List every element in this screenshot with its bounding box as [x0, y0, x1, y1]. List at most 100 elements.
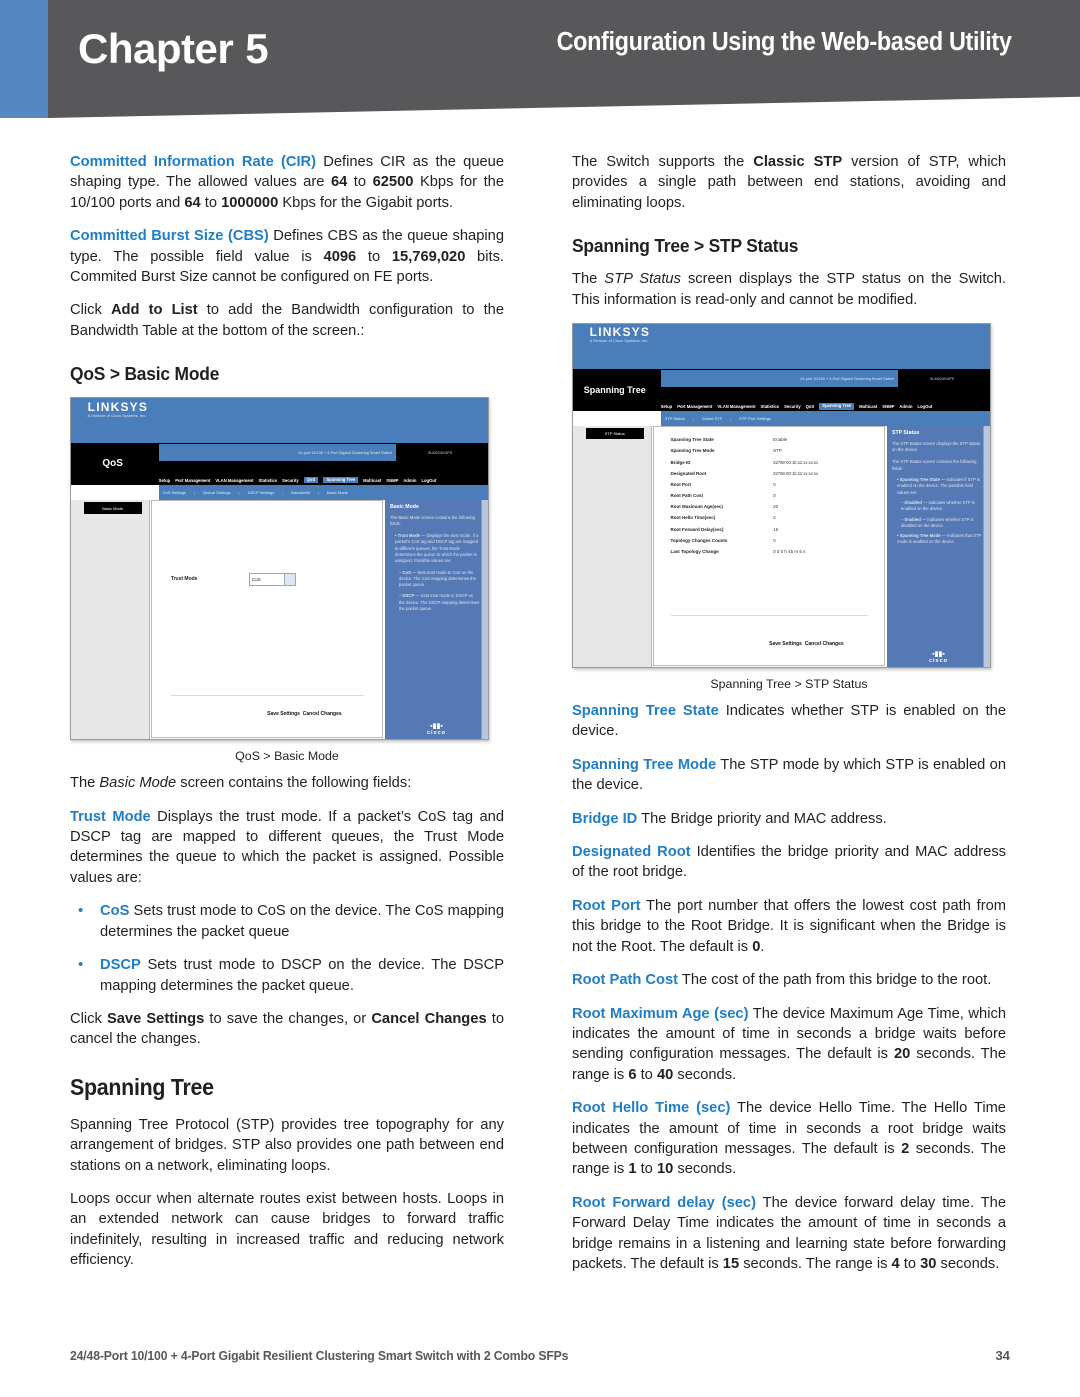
table-row: Root Port 0 [671, 479, 868, 490]
stp-help-scrollbar[interactable] [982, 425, 990, 668]
trust-mode-select[interactable]: CoS [248, 572, 286, 586]
qos-help-intro: The Basic Mode screen contains the follo… [390, 514, 476, 526]
qos-model-id: SLM224G4PS [400, 444, 480, 462]
linksys-logo-sub: A Division of Cisco Systems, Inc. [87, 413, 147, 418]
tab-setup[interactable]: Setup [661, 404, 673, 409]
tab-admin[interactable]: Admin [899, 404, 912, 409]
stp-row-label-2: Bridge ID [670, 459, 691, 465]
tab-security[interactable]: Security [282, 478, 299, 483]
stp-save-bar: Save Settings Cancel Changes [769, 641, 843, 647]
sc-text-2: to save the changes, or [204, 1010, 372, 1027]
stp-subtab-sep-2: | [730, 416, 732, 422]
sc-b1: Save Settings [106, 1010, 205, 1027]
stp-row-value-9: 0 [773, 537, 776, 543]
tab-admin[interactable]: Admin [403, 478, 416, 483]
qos-save-settings-button[interactable]: Save Settings [267, 711, 300, 717]
chapter-word: Chapter [78, 25, 234, 72]
trust-mode-dropdown-arrow-icon[interactable] [284, 572, 296, 586]
subtab-queue-settings[interactable]: Queue Settings [203, 490, 231, 495]
subtab-basic-mode[interactable]: Basic Mode [327, 490, 348, 495]
ss-text-1: The [572, 271, 605, 288]
paragraph-root-hello-time: Root Hello Time (sec) The device Hello T… [572, 1098, 1006, 1180]
tab-spanning-tree[interactable]: Spanning Tree [323, 477, 359, 484]
heading-stp-status: Spanning Tree > STP Status [572, 235, 799, 257]
term-designated-root: Designated Root [572, 844, 691, 861]
stp-row-label-1: Spanning Tree Mode [670, 448, 715, 454]
subtab-bandwidth[interactable]: Bandwidth [291, 490, 310, 495]
tab-port-management[interactable]: Port Management [677, 404, 712, 409]
stp-row-value-5: 0 [773, 493, 776, 499]
atl-b1: Add to List [110, 302, 198, 319]
stp-sidebar-active-item[interactable]: STP Status [585, 427, 644, 440]
paragraph-root-forward-delay: Root Forward delay (sec) The device forw… [572, 1193, 1006, 1275]
term-spanning-tree-state: Spanning Tree State [572, 703, 719, 720]
tab-security[interactable]: Security [784, 404, 801, 409]
rma-b3: 40 [656, 1066, 674, 1083]
term-cir: Committed Information Rate (CIR) [70, 154, 317, 170]
tab-logout[interactable]: LogOut [421, 478, 436, 483]
bullet-dot-icon: • [78, 956, 84, 974]
table-row: Spanning Tree Mode STP [671, 445, 868, 456]
stp-cancel-changes-button[interactable]: Cancel Changes [805, 641, 844, 647]
rht-b2: 1 [628, 1161, 637, 1178]
term-root-max-age: Root Maximum Age (sec) [572, 1005, 749, 1022]
stp-row-value-4: 0 [773, 481, 776, 487]
paragraph-stp-1: Spanning Tree Protocol (STP) provides tr… [70, 1116, 504, 1174]
cisco-logo-text: cisco [928, 658, 949, 665]
qos-sidebar-active-item[interactable]: Basic Mode [83, 502, 142, 514]
stp-save-settings-button[interactable]: Save Settings [769, 641, 802, 647]
qos-divider [170, 694, 364, 696]
stp-ui-topbar: LINKSYS A Division of Cisco Systems, Inc… [573, 324, 990, 369]
tab-setup[interactable]: Setup [159, 478, 171, 483]
tab-multicast[interactable]: Multicast [363, 478, 381, 483]
subtab-global-stp[interactable]: Global STP [702, 416, 722, 421]
stp-row-label-0: Spanning Tree State [670, 437, 714, 443]
stp-row-label-3: Designated Root [670, 470, 707, 476]
tab-port-management[interactable]: Port Management [175, 478, 210, 483]
rma-b1: 20 [893, 1046, 911, 1063]
stp-row-value-2: 32768-00:1b:11:xx:xx:xx [773, 459, 819, 465]
bullet-term-dscp: DSCP [100, 957, 141, 974]
cbs-text-2: to [356, 248, 392, 265]
paragraph-root-port: Root Port The port number that offers th… [572, 896, 1006, 957]
sc-text-1: Click [70, 1010, 107, 1027]
subtab-stp-status[interactable]: STP Status [665, 416, 685, 421]
tab-logout[interactable]: LogOut [917, 404, 932, 409]
stp-help-panel: STP Status The STP Status screen display… [887, 425, 990, 668]
qos-cancel-changes-button[interactable]: Cancel Changes [303, 711, 342, 717]
qos-help-title: Basic Mode [390, 503, 419, 510]
tab-vlan-management[interactable]: VLAN Management [717, 404, 755, 409]
rht-text-4: seconds. [673, 1161, 737, 1178]
tab-statistics[interactable]: Statistics [259, 478, 278, 483]
qos-nav-section-label: QoS [71, 442, 155, 486]
cs-text-1: The Switch supports the [572, 154, 754, 170]
stp-help-item-3: • Spanning Tree Mode — Indicates that ST… [897, 533, 982, 545]
tab-snmp[interactable]: SNMP [386, 478, 398, 483]
tab-spanning-tree[interactable]: Spanning Tree [819, 403, 855, 410]
tab-multicast[interactable]: Multicast [859, 404, 877, 409]
bullet-dot-icon: • [78, 902, 84, 920]
tab-qos[interactable]: QoS [303, 477, 319, 484]
stp-model-banner: 24-port 10/100 + 4-Port Gigabit Clusteri… [660, 370, 899, 388]
subtab-stp-port-settings[interactable]: STP Port Settings [739, 416, 771, 421]
subtab-cos-settings[interactable]: CoS Settings [163, 490, 186, 495]
tab-vlan-management[interactable]: VLAN Management [215, 478, 253, 483]
rfd-text-3: to [899, 1255, 921, 1272]
bm-i1: Basic Mode [99, 775, 177, 792]
cs-b1: Classic STP [753, 154, 843, 170]
tab-snmp[interactable]: SNMP [882, 404, 894, 409]
subtab-dscp-settings[interactable]: DSCP Settings [248, 490, 275, 495]
list-item: • DSCP Sets trust mode to DSCP on the dev… [70, 955, 504, 996]
tab-qos[interactable]: QoS [806, 404, 815, 409]
stp-row-label-4: Root Port [670, 481, 692, 487]
tab-statistics[interactable]: Statistics [761, 404, 780, 409]
table-row: Last Topology Change 0 d 0 h 45 m 5 s [671, 546, 868, 557]
atl-text-1: Click [70, 302, 111, 319]
stp-screenshot: LINKSYS A Division of Cisco Systems, Inc… [572, 323, 991, 669]
stp-help-sub-intro: The STP Status screen contains the follo… [892, 459, 977, 471]
table-row: Root Hello Time(sec) 2 [671, 512, 868, 523]
qos-help-scrollbar[interactable] [480, 499, 488, 740]
qos-subtabs: CoS Settings | Queue Settings | DSCP Set… [158, 485, 488, 500]
stp-subtabs: STP Status | Global STP | STP Port Setti… [660, 411, 990, 426]
chapter-title: Chapter 5 [78, 25, 269, 73]
